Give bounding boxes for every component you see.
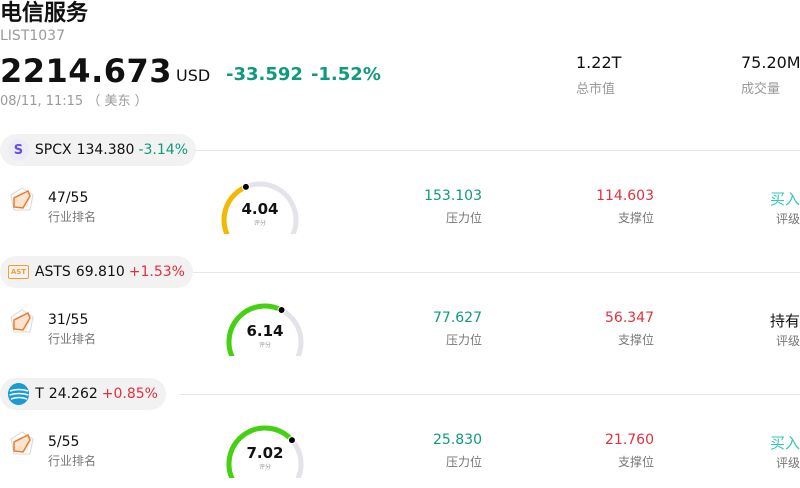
support-value: 21.760 [605, 432, 654, 448]
resistance-value: 77.627 [433, 310, 482, 326]
resistance-label: 压力位 [445, 211, 482, 225]
score-value: 6.14 [246, 322, 284, 340]
currency-label: USD [176, 66, 211, 85]
ticker-symbol: SPCX [34, 142, 72, 158]
support-value: 114.603 [596, 188, 654, 204]
score-caption: 评分 [258, 464, 271, 471]
stock-price: 134.380 [76, 142, 135, 158]
timestamp: 08/11, 11:15 （ 美东 ） [0, 94, 148, 109]
score-caption: 评分 [253, 220, 266, 227]
index-change: -33.592 -1.52% [226, 64, 381, 85]
rank-radar-icon [8, 186, 36, 218]
industry-rank-label: 行业排名 [48, 210, 97, 224]
stock-price: 69.810 [75, 264, 125, 280]
row-divider [180, 394, 800, 395]
change-percent: -1.52% [310, 64, 381, 85]
industry-rank-value: 31/55 [48, 312, 89, 328]
market-cap-label: 总市值 [576, 82, 616, 97]
score-value: 7.02 [246, 444, 284, 462]
industry-rank-value: 47/55 [48, 190, 89, 206]
resistance-label: 压力位 [445, 455, 482, 469]
rating-value: 持有 [769, 312, 800, 330]
ticker-symbol: ASTS [34, 264, 71, 280]
stock-pill[interactable]: AST ASTS 69.810 +1.53% [0, 256, 193, 288]
row-divider [180, 272, 800, 273]
support-value: 56.347 [605, 310, 654, 326]
index-code: LIST1037 [0, 28, 65, 44]
stock-change-percent: +1.53% [128, 264, 185, 280]
page-title: 电信服务 [0, 1, 89, 26]
rating-label: 评级 [775, 456, 800, 470]
score-caption: 评分 [258, 342, 271, 349]
score-value: 4.04 [241, 200, 279, 218]
support-label: 支撑位 [617, 333, 654, 347]
rank-radar-icon [8, 430, 36, 462]
industry-rank-value: 5/55 [48, 434, 80, 450]
index-price: 2214.673 [0, 52, 173, 90]
stock-change-percent: -3.14% [138, 142, 188, 158]
asts-logo-icon: AST [8, 265, 29, 279]
change-value: -33.592 [226, 64, 303, 85]
industry-rank-label: 行业排名 [48, 454, 97, 468]
rating-value: 买入 [769, 434, 800, 452]
att-logo-icon [8, 383, 30, 405]
volume-label: 成交量 [741, 82, 781, 97]
rating-label: 评级 [775, 212, 800, 226]
support-label: 支撑位 [617, 455, 654, 469]
resistance-value: 153.103 [424, 188, 482, 204]
rating-label: 评级 [775, 334, 800, 348]
resistance-value: 25.830 [433, 432, 482, 448]
stock-pill[interactable]: T 24.262 +0.85% [0, 378, 166, 410]
row-divider [180, 150, 800, 151]
volume-value: 75.20M [741, 53, 800, 72]
stock-change-percent: +0.85% [101, 386, 158, 402]
resistance-label: 压力位 [445, 333, 482, 347]
industry-rank-label: 行业排名 [48, 332, 97, 346]
stock-pill[interactable]: S SPCX 134.380 -3.14% [0, 134, 196, 166]
spcx-logo-icon: S [8, 139, 29, 161]
support-label: 支撑位 [617, 211, 654, 225]
ticker-symbol: T [35, 386, 44, 402]
rank-radar-icon [8, 308, 36, 340]
rating-value: 买入 [769, 190, 800, 208]
stock-price: 24.262 [48, 386, 98, 402]
market-cap-value: 1.22T [576, 53, 622, 72]
